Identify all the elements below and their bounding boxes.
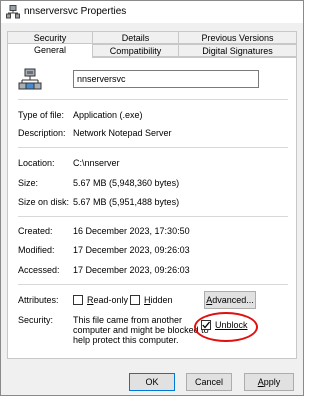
description-value: Network Notepad Server bbox=[73, 128, 172, 138]
readonly-checkbox[interactable] bbox=[73, 295, 83, 305]
security-text-line3: help protect this computer. bbox=[73, 335, 179, 345]
description-label: Description: bbox=[18, 128, 66, 138]
type-label: Type of file: bbox=[18, 110, 65, 120]
tab-previous-versions[interactable]: Previous Versions bbox=[178, 31, 297, 44]
divider bbox=[18, 284, 288, 285]
window-title: nnserversvc Properties bbox=[24, 6, 127, 17]
hidden-checkbox[interactable] bbox=[130, 295, 140, 305]
accessed-value: 17 December 2023, 09:26:03 bbox=[73, 265, 190, 275]
highlight-circle bbox=[194, 312, 258, 342]
title-bar: nnserversvc Properties bbox=[1, 1, 303, 23]
created-label: Created: bbox=[18, 226, 53, 236]
modified-label: Modified: bbox=[18, 245, 55, 255]
size-value: 5.67 MB (5,948,360 bytes) bbox=[73, 178, 180, 188]
size-label: Size: bbox=[18, 178, 39, 188]
ok-button[interactable]: OK bbox=[129, 373, 175, 391]
modified-value: 17 December 2023, 09:26:03 bbox=[73, 245, 190, 255]
file-icon bbox=[18, 68, 42, 92]
tab-digital-signatures[interactable]: Digital Signatures bbox=[178, 44, 297, 57]
security-text-line1: This file came from another bbox=[73, 315, 183, 325]
cancel-button[interactable]: Cancel bbox=[186, 373, 232, 391]
size-on-disk-value: 5.67 MB (5,951,488 bytes) bbox=[73, 197, 180, 207]
general-panel: nnserversvc Type of file: Application (.… bbox=[7, 57, 297, 359]
hidden-label[interactable]: Hidden bbox=[144, 295, 173, 305]
file-name-field[interactable]: nnserversvc bbox=[73, 70, 259, 88]
security-label: Security: bbox=[18, 315, 54, 325]
location-label: Location: bbox=[18, 158, 55, 168]
security-text-line2: computer and might be blocked to bbox=[73, 325, 209, 335]
tab-details[interactable]: Details bbox=[92, 31, 179, 44]
app-icon bbox=[6, 5, 20, 19]
type-value: Application (.exe) bbox=[73, 110, 143, 120]
divider bbox=[18, 99, 288, 100]
divider bbox=[18, 216, 288, 217]
tab-general[interactable]: General bbox=[7, 43, 93, 58]
properties-window: nnserversvc Properties Security Details … bbox=[0, 0, 304, 396]
tab-compatibility[interactable]: Compatibility bbox=[92, 44, 179, 57]
advanced-button[interactable]: Advanced... bbox=[204, 291, 256, 309]
readonly-label[interactable]: Read-only bbox=[87, 295, 128, 305]
location-value: C:\nnserver bbox=[73, 158, 120, 168]
attributes-label: Attributes: bbox=[18, 295, 59, 305]
accessed-label: Accessed: bbox=[18, 265, 60, 275]
apply-button[interactable]: Apply bbox=[244, 373, 294, 391]
divider bbox=[18, 147, 288, 148]
created-value: 16 December 2023, 17:30:50 bbox=[73, 226, 190, 236]
size-on-disk-label: Size on disk: bbox=[18, 197, 70, 207]
